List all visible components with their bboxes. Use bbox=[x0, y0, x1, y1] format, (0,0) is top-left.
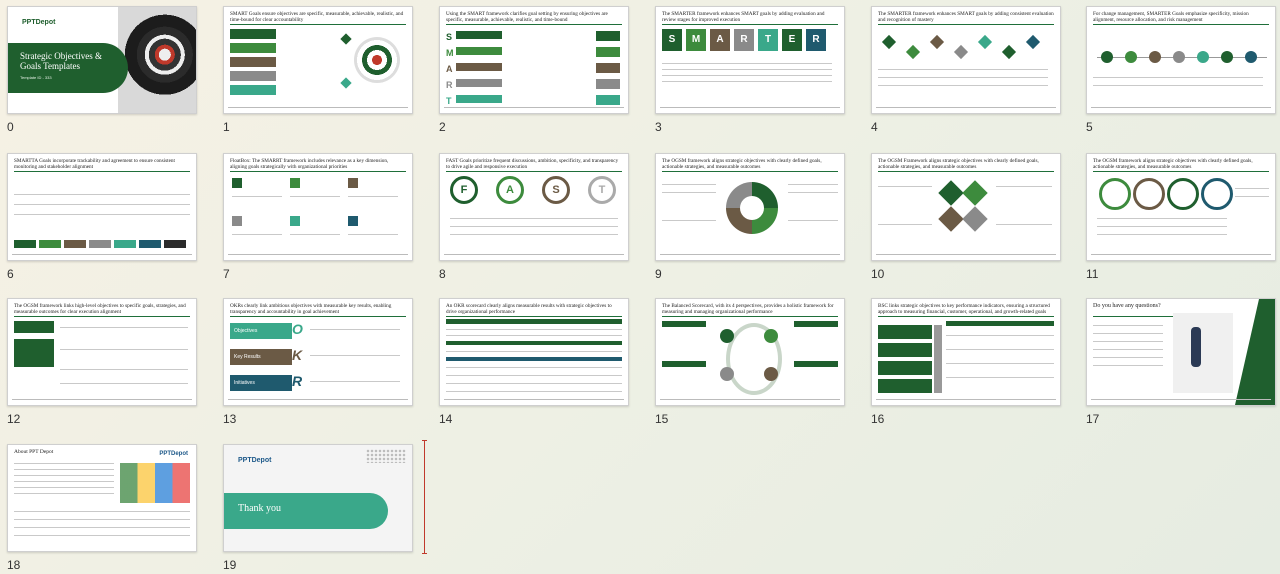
slide-preview: Do you have any questions? bbox=[1086, 298, 1276, 406]
slide-preview: SMARTTA Goals incorporate trackability a… bbox=[7, 153, 197, 261]
slide-preview: For change management, SMARTER Goals emp… bbox=[1086, 6, 1276, 114]
brand-logo: PPTDepot bbox=[238, 457, 272, 464]
slide-preview: Using the SMART framework clarifies goal… bbox=[439, 6, 629, 114]
slide-number: 16 bbox=[871, 412, 885, 426]
slide-preview: About PPT Depot PPTDepot bbox=[7, 444, 197, 552]
slide-preview: FloatBox: The SMARRT framework includes … bbox=[223, 153, 413, 261]
slide-title: FAST Goals prioritize frequent discussio… bbox=[446, 158, 619, 170]
slide-number: 5 bbox=[1086, 120, 1093, 134]
insertion-marker bbox=[422, 440, 427, 554]
slide-preview: The Balanced Scorecard, with its 4 persp… bbox=[655, 298, 845, 406]
slide-preview: An OKR scorecard clearly aligns measurab… bbox=[439, 298, 629, 406]
slide-title: BSC links strategic objectives to key pe… bbox=[878, 303, 1050, 315]
slide-number: 8 bbox=[439, 267, 446, 281]
slide-title: For change management, SMARTER Goals emp… bbox=[1093, 11, 1249, 23]
slide-preview: PPTDepot Thank you bbox=[223, 444, 413, 552]
slide-preview: OKRs clearly link ambitious objectives w… bbox=[223, 298, 413, 406]
slide-number: 7 bbox=[223, 267, 230, 281]
slide-number: 1 bbox=[223, 120, 230, 134]
slide-number: 10 bbox=[871, 267, 885, 281]
slide-title: The SMARTER framework enhances SMART goa… bbox=[662, 11, 825, 23]
slide-title: SMART Goals ensure objectives are specif… bbox=[230, 11, 404, 23]
brand-logo: PPTDepot bbox=[159, 451, 188, 457]
slide-number: 15 bbox=[655, 412, 669, 426]
slide-title: FloatBox: The SMARRT framework includes … bbox=[230, 158, 389, 170]
slide-title: OKRs clearly link ambitious objectives w… bbox=[230, 303, 392, 315]
slide-preview: The OGSM framework aligns strategic obje… bbox=[1086, 153, 1276, 261]
slide-preview: SMART Goals ensure objectives are specif… bbox=[223, 6, 413, 114]
slide-preview: The OGSM Framework aligns strategic obje… bbox=[871, 153, 1061, 261]
slide-number: 14 bbox=[439, 412, 453, 426]
slide-number: 3 bbox=[655, 120, 662, 134]
cover-subtitle: Template ID - 333 bbox=[20, 75, 52, 80]
slide-number: 18 bbox=[7, 558, 21, 572]
slide-title: The OGSM framework aligns strategic obje… bbox=[1093, 158, 1253, 170]
slide-preview: FAST Goals prioritize frequent discussio… bbox=[439, 153, 629, 261]
slide-preview: The OGSM framework links high-level obje… bbox=[7, 298, 197, 406]
slide-title: Do you have any questions? bbox=[1093, 303, 1161, 309]
slide-preview: The OGSM framework aligns strategic obje… bbox=[655, 153, 845, 261]
slide-number: 4 bbox=[871, 120, 878, 134]
slide-number: 17 bbox=[1086, 412, 1100, 426]
slide-title: An OKR scorecard clearly aligns measurab… bbox=[446, 303, 612, 315]
thank-you-text: Thank you bbox=[238, 503, 282, 514]
slide-number: 6 bbox=[7, 267, 14, 281]
slide-preview: The SMARTER framework enhances SMART goa… bbox=[655, 6, 845, 114]
slide-title: Using the SMART framework clarifies goal… bbox=[446, 11, 608, 23]
slide-title: The OGSM framework aligns strategic obje… bbox=[662, 158, 822, 170]
slide-preview: The SMARTER framework enhances SMART goa… bbox=[871, 6, 1061, 114]
slide-preview: BSC links strategic objectives to key pe… bbox=[871, 298, 1061, 406]
slide-number: 0 bbox=[7, 120, 14, 134]
cover-title: Strategic Objectives & Goals Templates bbox=[20, 51, 102, 71]
brand-logo: PPTDepot bbox=[22, 19, 56, 26]
slide-number: 9 bbox=[655, 267, 662, 281]
slide-number: 12 bbox=[7, 412, 21, 426]
slide-number: 11 bbox=[1086, 267, 1099, 281]
slide-title: The OGSM framework links high-level obje… bbox=[14, 303, 186, 315]
slide-title: The Balanced Scorecard, with its 4 persp… bbox=[662, 303, 834, 315]
slide-title: The OGSM Framework aligns strategic obje… bbox=[878, 158, 1039, 170]
slide-number: 2 bbox=[439, 120, 446, 134]
slide-number: 13 bbox=[223, 412, 237, 426]
slide-title: The SMARTER framework enhances SMART goa… bbox=[878, 11, 1054, 23]
slide-number: 19 bbox=[223, 558, 237, 572]
slide-preview: PPTDepot Strategic Objectives & Goals Te… bbox=[7, 6, 197, 114]
slide-title: SMARTTA Goals incorporate trackability a… bbox=[14, 158, 175, 170]
